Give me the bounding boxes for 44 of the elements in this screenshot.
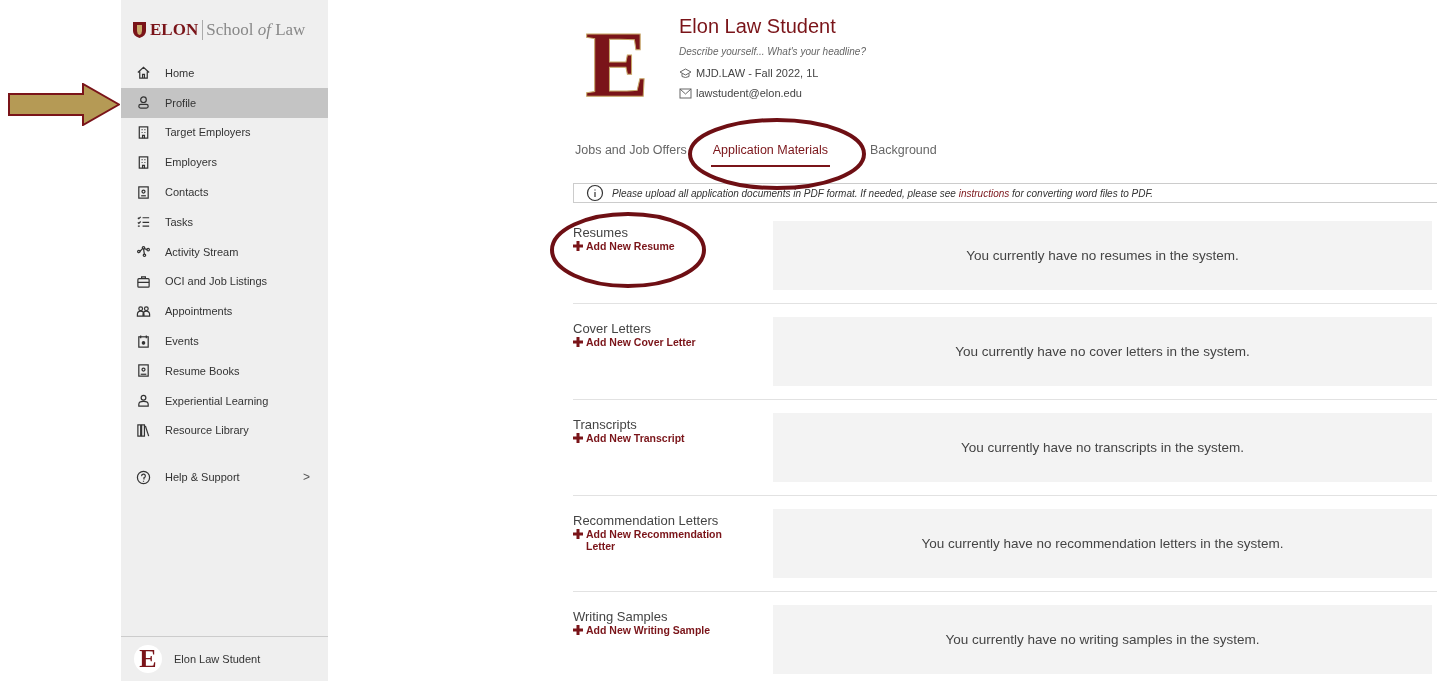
tab[interactable]: Background [868, 139, 939, 167]
sidebar-item[interactable]: OCI and Job Listings [121, 266, 328, 297]
sidebar-item[interactable]: Events [121, 326, 328, 356]
empty-message: You currently have no transcripts in the system. [960, 440, 1245, 455]
help-menu-item[interactable]: Help & Support > [121, 462, 328, 493]
tab[interactable]: Jobs and Job Offers [573, 139, 689, 167]
section-title: Transcripts [573, 417, 637, 432]
user-avatar: E [134, 645, 162, 673]
section-title: Cover Letters [573, 321, 652, 336]
profile-logo: E [585, 25, 651, 107]
sidebar-item[interactable]: Employers [121, 147, 328, 178]
chevron-icon: > [303, 470, 310, 485]
sidebar-item[interactable]: Activity Stream [121, 236, 328, 267]
empty-message: You currently have no resumes in the system. [966, 248, 1239, 263]
sidebar-item[interactable]: Resource Library [121, 415, 328, 446]
section-title: Writing Samples [573, 609, 668, 624]
help-label: Help & Support [165, 471, 241, 484]
logo-wordmark: ELON [150, 20, 199, 40]
add-link[interactable]: Add New Recommendation Letter [573, 528, 748, 552]
email-text: lawstudent@elon.edu [696, 87, 802, 99]
section-title: Resumes [573, 225, 628, 240]
user-name: Elon Law Student [174, 653, 261, 665]
add-link[interactable]: Add New Writing Sample [573, 624, 748, 636]
notice-text: Please upload all application documents in PDF format. If needed, please see instructions for converting word files to PDF. [612, 187, 1154, 199]
add-link[interactable]: Add New Cover Letter [573, 336, 748, 348]
headline-placeholder[interactable]: Describe yourself... What's your headline? [679, 46, 866, 57]
section-title: Recommendation Letters [573, 513, 719, 528]
sidebar-item[interactable]: Home [121, 58, 328, 88]
empty-message: You currently have no cover letters in the system. [955, 344, 1250, 359]
empty-message: You currently have no writing samples in the system. [945, 632, 1260, 647]
sidebar-item[interactable]: Resume Books [121, 355, 328, 386]
sidebar-item[interactable]: Target Employers [121, 117, 328, 148]
sidebar-item[interactable]: Appointments [121, 296, 328, 327]
logo-subtitle: School of Law [202, 20, 306, 40]
add-link[interactable]: Add New Resume [573, 240, 748, 252]
program-text: MJD.LAW - Fall 2022, 1L [696, 67, 819, 79]
sidebar-item[interactable]: Profile [121, 87, 328, 118]
sidebar-item[interactable]: Experiential Learning [121, 385, 328, 416]
instructions-link[interactable]: instructions [958, 187, 1010, 199]
sidebar-item[interactable]: Contacts [121, 177, 328, 207]
add-link[interactable]: Add New Transcript [573, 432, 748, 444]
empty-message: You currently have no recommendation letters in the system. [921, 536, 1284, 551]
profile-name: Elon Law Student [679, 15, 837, 38]
sidebar-item[interactable]: Tasks [121, 207, 328, 237]
